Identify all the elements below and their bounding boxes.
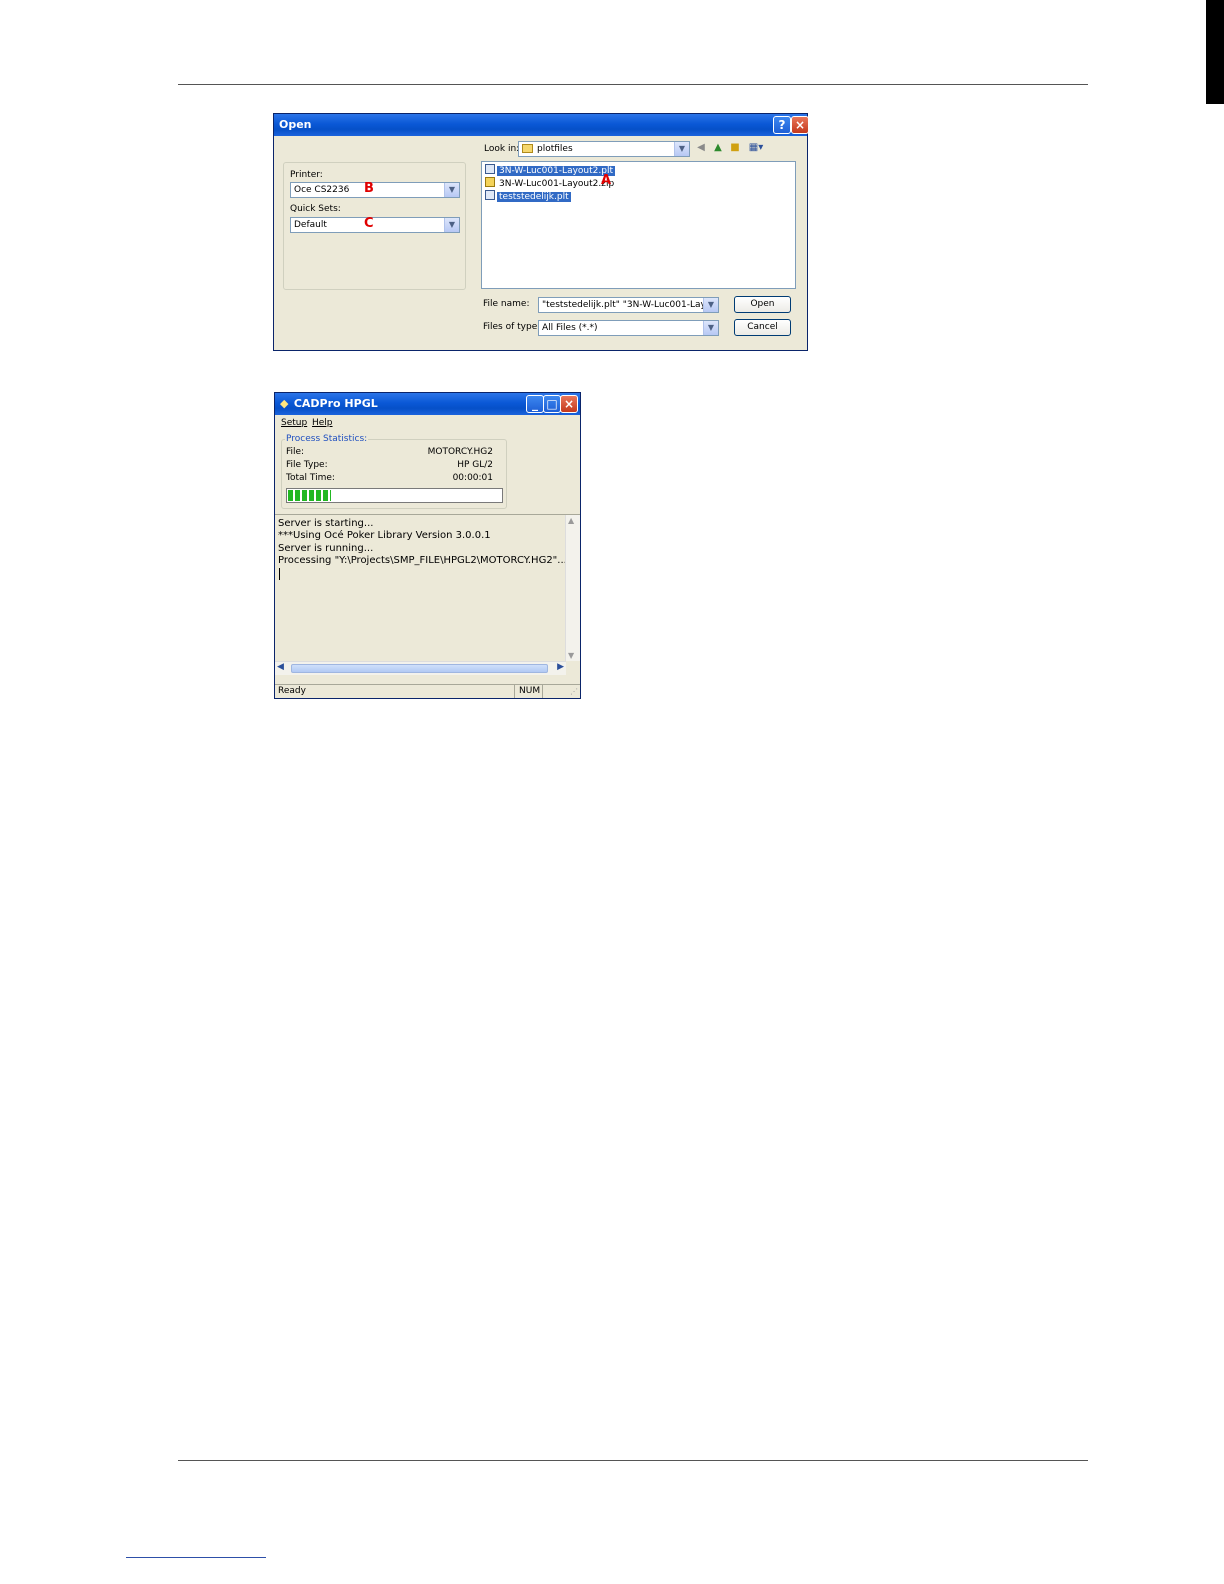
scroll-left-icon[interactable]: ◀ — [277, 662, 284, 672]
quicksets-select[interactable]: Default ▼ — [290, 217, 460, 233]
file-item[interactable]: 3N-W-Luc001-Layout2.zip — [485, 177, 616, 190]
stat-file-label: File: — [286, 447, 305, 457]
look-in-value: plotfiles — [537, 144, 573, 154]
status-num: NUM — [519, 686, 541, 696]
open-dialog-title: Open — [279, 118, 312, 131]
minimize-button[interactable]: _ — [526, 395, 544, 413]
chevron-down-icon[interactable]: ▼ — [703, 298, 718, 312]
vertical-scrollbar[interactable]: ▲ ▼ — [565, 515, 580, 661]
text-cursor — [279, 568, 280, 580]
progress-bar — [286, 488, 503, 503]
file-item[interactable]: 3N-W-Luc001-Layout2.plt — [485, 164, 615, 177]
chevron-down-icon[interactable]: ▼ — [444, 183, 459, 197]
file-list[interactable]: 3N-W-Luc001-Layout2.plt 3N-W-Luc001-Layo… — [481, 161, 796, 289]
files-of-type-value: All Files (*.*) — [542, 323, 598, 333]
log-line: Server is running... — [278, 543, 374, 554]
marker-b: B — [364, 181, 374, 196]
log-line: Server is starting... — [278, 518, 374, 529]
look-in-label: Look in: — [484, 144, 520, 154]
scroll-up-icon[interactable]: ▲ — [568, 516, 574, 525]
footer-link-underline — [126, 1557, 266, 1558]
page-side-tab — [1206, 0, 1224, 104]
scroll-thumb[interactable] — [291, 664, 548, 673]
chevron-down-icon[interactable]: ▼ — [703, 321, 718, 335]
stat-time-value: 00:00:01 — [452, 473, 493, 483]
chevron-down-icon[interactable]: ▼ — [674, 142, 689, 156]
log-line: ***Using Océ Poker Library Version 3.0.0… — [278, 530, 491, 541]
file-name-value: "teststedelijk.plt" "3N-W-Luc001-Layout2… — [542, 300, 718, 310]
marker-c: C — [364, 216, 374, 231]
chevron-down-icon[interactable]: ▼ — [444, 218, 459, 232]
quicksets-select-value: Default — [294, 220, 327, 230]
printer-select-value: Oce CS2236 — [294, 185, 350, 195]
up-folder-icon[interactable]: ▲ — [712, 142, 724, 154]
process-statistics-title: Process Statistics: — [285, 434, 369, 444]
look-in-select[interactable]: plotfiles ▼ — [518, 141, 690, 157]
zip-file-icon — [485, 177, 495, 187]
status-text: Ready — [278, 686, 306, 696]
back-icon[interactable]: ◀ — [695, 142, 707, 154]
open-dialog: Open ? × Printer: Oce CS2236 ▼ B Quick S… — [273, 113, 809, 351]
stat-time-label: Total Time: — [286, 473, 335, 483]
menu-help[interactable]: Help — [312, 418, 333, 428]
log-output[interactable]: Server is starting... ***Using Océ Poker… — [275, 514, 580, 675]
printer-select[interactable]: Oce CS2236 ▼ — [290, 182, 460, 198]
stat-file-value: MOTORCY.HG2 — [427, 447, 493, 457]
file-item[interactable]: teststedelijk.plt — [485, 190, 571, 203]
open-dialog-titlebar: Open — [274, 114, 807, 136]
cadpro-window: ◆ CADPro HPGL _ □ × Setup Help Process S… — [274, 392, 581, 699]
top-rule — [178, 84, 1088, 85]
close-button[interactable]: × — [560, 395, 578, 413]
maximize-button[interactable]: □ — [543, 395, 561, 413]
printer-label: Printer: — [290, 170, 323, 180]
horizontal-scrollbar[interactable]: ◀ ▶ — [275, 661, 566, 675]
bottom-rule — [178, 1460, 1088, 1461]
cancel-button[interactable]: Cancel — [734, 319, 791, 336]
stat-filetype-value: HP GL/2 — [457, 460, 493, 470]
quicksets-label: Quick Sets: — [290, 204, 341, 214]
plt-file-icon — [485, 164, 495, 174]
progress-bar-fill — [288, 490, 331, 501]
file-name-label: File name: — [483, 299, 530, 309]
scroll-right-icon[interactable]: ▶ — [557, 662, 564, 672]
status-divider — [514, 685, 515, 698]
status-bar: Ready NUM ⋰ — [275, 684, 580, 698]
files-of-type-select[interactable]: All Files (*.*) ▼ — [538, 320, 719, 336]
file-name-input[interactable]: "teststedelijk.plt" "3N-W-Luc001-Layout2… — [538, 297, 719, 313]
files-of-type-label: Files of type: — [483, 322, 541, 332]
view-menu-icon[interactable]: ▦▾ — [747, 142, 765, 154]
scroll-down-icon[interactable]: ▼ — [568, 651, 574, 660]
folder-icon — [522, 144, 533, 153]
stat-filetype-label: File Type: — [286, 460, 328, 470]
menu-setup[interactable]: Setup — [281, 418, 307, 428]
resize-grip-icon[interactable]: ⋰ — [570, 687, 578, 696]
open-button[interactable]: Open — [734, 296, 791, 313]
status-divider — [542, 685, 543, 698]
cadpro-title: CADPro HPGL — [293, 397, 378, 410]
new-folder-icon[interactable]: ■ — [729, 142, 741, 154]
marker-a: A — [601, 173, 612, 188]
app-icon: ◆ — [280, 397, 289, 410]
plt-file-icon — [485, 190, 495, 200]
help-button[interactable]: ? — [773, 116, 791, 134]
close-button[interactable]: × — [791, 116, 809, 134]
log-line: Processing "Y:\Projects\SMP_FILE\HPGL2\M… — [278, 555, 567, 566]
